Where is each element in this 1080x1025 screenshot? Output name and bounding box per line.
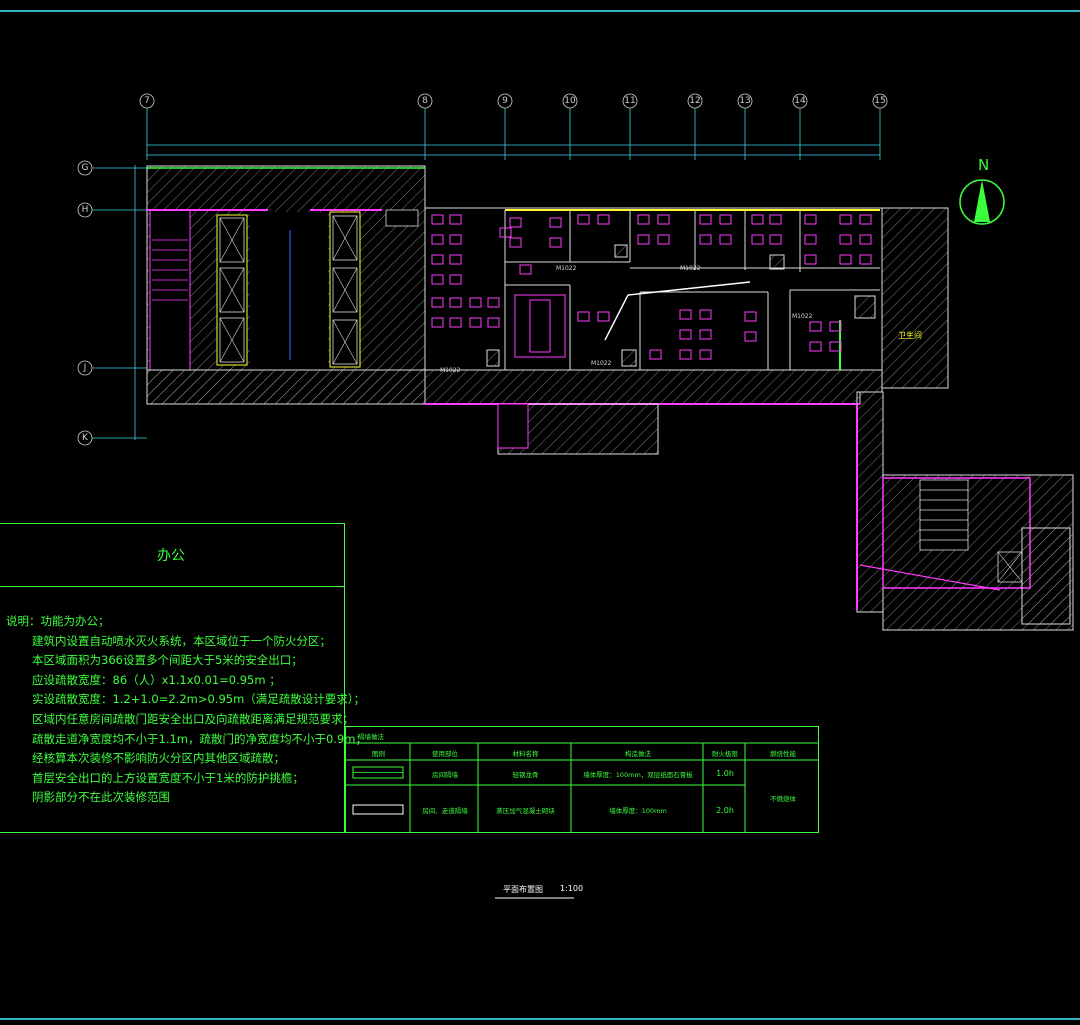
legend-row2-fire-limit: 2.0h [716, 805, 734, 815]
note-line: 区域内任意房间疏散门距安全出口及向疏散距离满足规范要求； [32, 711, 354, 726]
grid-axis-top-label: 10 [564, 96, 576, 106]
legend-header-location: 使用部位 [432, 749, 458, 758]
note-line: 阴影部分不在此次装修范围 [32, 790, 170, 805]
grid-axis-left-G: G [77, 160, 147, 176]
grid-axis-left-J: J [77, 360, 147, 376]
grid-axis-top-label: 13 [739, 96, 750, 106]
door-label-4: M1022 [591, 360, 612, 367]
note-line: 说明：功能为办公； [6, 614, 110, 628]
grid-axis-top-label: 14 [794, 96, 806, 106]
grid-axis-left-label: H [82, 205, 89, 215]
note-line: 经核算本次装修不影响防火分区内其他区域疏散； [32, 751, 285, 766]
drawing-caption-scale: 1:100 [560, 884, 584, 893]
note-line: 首层安全出口的上方设置宽度不小于1米的防护挑檐； [32, 770, 304, 785]
grid-axis-top-8: 8 [417, 93, 433, 160]
grid-axis-top-10: 10 [562, 93, 578, 160]
door-label-3: M1022 [680, 265, 701, 272]
office-area [424, 207, 883, 371]
door-label-5: M1022 [792, 313, 813, 320]
grid-axis-left-H: H [77, 202, 147, 218]
legend-header-pattern: 图例 [372, 749, 385, 758]
note-line: 疏散走道净宽度均不小于1.1m，疏散门的净宽度均不小于0.9m； [32, 731, 367, 746]
note-line: 建筑内设置自动喷水灭火系统，本区域位于一个防火分区； [32, 633, 331, 648]
legend-row1-fire-limit: 1.0h [716, 769, 734, 778]
legend-row2-material: 蒸压加气混凝土砌块 [496, 807, 555, 815]
door-label-1: M1022 [440, 367, 461, 374]
lower-stair-block [856, 391, 1074, 631]
legend-header-construction: 构造做法 [625, 749, 651, 758]
legend-row1-construction: 墙体厚度：100mm，双层纸面石膏板 [583, 770, 693, 779]
service-room: 卫生间 [881, 207, 949, 389]
note-line: 应设疏散宽度：86（人）x1.1x0.01=0.95m ； [32, 672, 281, 687]
grid-axis-top-group: 7 8 9 10 11 12 13 14 15 [139, 93, 888, 160]
legend-row2-construction: 墙体厚度：100mm [609, 807, 667, 815]
legend-title: 隔墙做法 [358, 733, 384, 741]
grid-axis-top-label: 8 [422, 96, 428, 106]
legend-combustion: 不燃烧体 [770, 794, 796, 803]
grid-axis-top-label: 11 [624, 96, 635, 106]
grid-axis-left-K: K [77, 430, 147, 446]
grid-axis-top-label: 12 [689, 96, 700, 106]
grid-axis-top-15: 15 [872, 93, 888, 160]
wall-legend-table: 隔墙做法 图例 使用部位 材料名称 构造做法 耐火极限 燃烧性能 房间隔墙 轻钢… [345, 726, 819, 833]
panel-title: 办公 [157, 548, 185, 564]
north-arrow-icon [959, 179, 1005, 225]
floor-plan-drawing: 7 8 9 10 11 12 13 14 15 G H J K 卫生间 M1022 M… [77, 93, 1074, 899]
grid-axis-left-label: J [83, 363, 87, 373]
service-room-label: 卫生间 [898, 330, 922, 340]
grid-axis-top-13: 13 [737, 93, 753, 160]
grid-axis-top-9: 9 [497, 93, 513, 160]
legend-row1-material: 轻钢龙骨 [512, 770, 539, 779]
grid-axis-top-label: 7 [144, 96, 150, 106]
note-line: 本区域面积为366设置多个间距大于5米的安全出口； [32, 653, 303, 668]
legend-row2-location: 房间、走道隔墙 [422, 807, 468, 815]
grid-axis-top-12: 12 [687, 93, 703, 160]
grid-axis-top-label: 15 [874, 96, 885, 106]
panel-divider [0, 586, 344, 587]
legend-header-material: 材料名称 [512, 749, 539, 758]
grid-axis-top-label: 9 [502, 96, 508, 106]
legend-header-combustion: 燃烧性能 [770, 749, 796, 758]
grid-axis-left-group: G H J K [77, 160, 147, 446]
door-label-2: M1022 [556, 265, 577, 272]
grid-axis-top-11: 11 [622, 93, 638, 160]
grid-axis-top-14: 14 [792, 93, 808, 160]
legend-row1-location: 房间隔墙 [432, 770, 458, 779]
grid-axis-top-7: 7 [139, 93, 155, 160]
top-dimension-line [147, 144, 880, 156]
grid-axis-left-label: G [82, 163, 89, 173]
stair-core-block [146, 165, 426, 405]
north-label: N [978, 156, 990, 174]
notes-list: 说明：功能为办公； 建筑内设置自动喷水灭火系统，本区域位于一个防火分区； 本区域… [6, 612, 367, 808]
note-line: 实设疏散宽度：1.2+1.0=2.2m>0.95m（满足疏散设计要求）； [32, 692, 366, 707]
legend-header-fire-limit: 耐火极限 [712, 749, 738, 758]
corridor-band [146, 369, 883, 455]
grid-axis-left-label: K [82, 433, 89, 443]
drawing-caption-title: 平面布置图 [503, 885, 543, 894]
